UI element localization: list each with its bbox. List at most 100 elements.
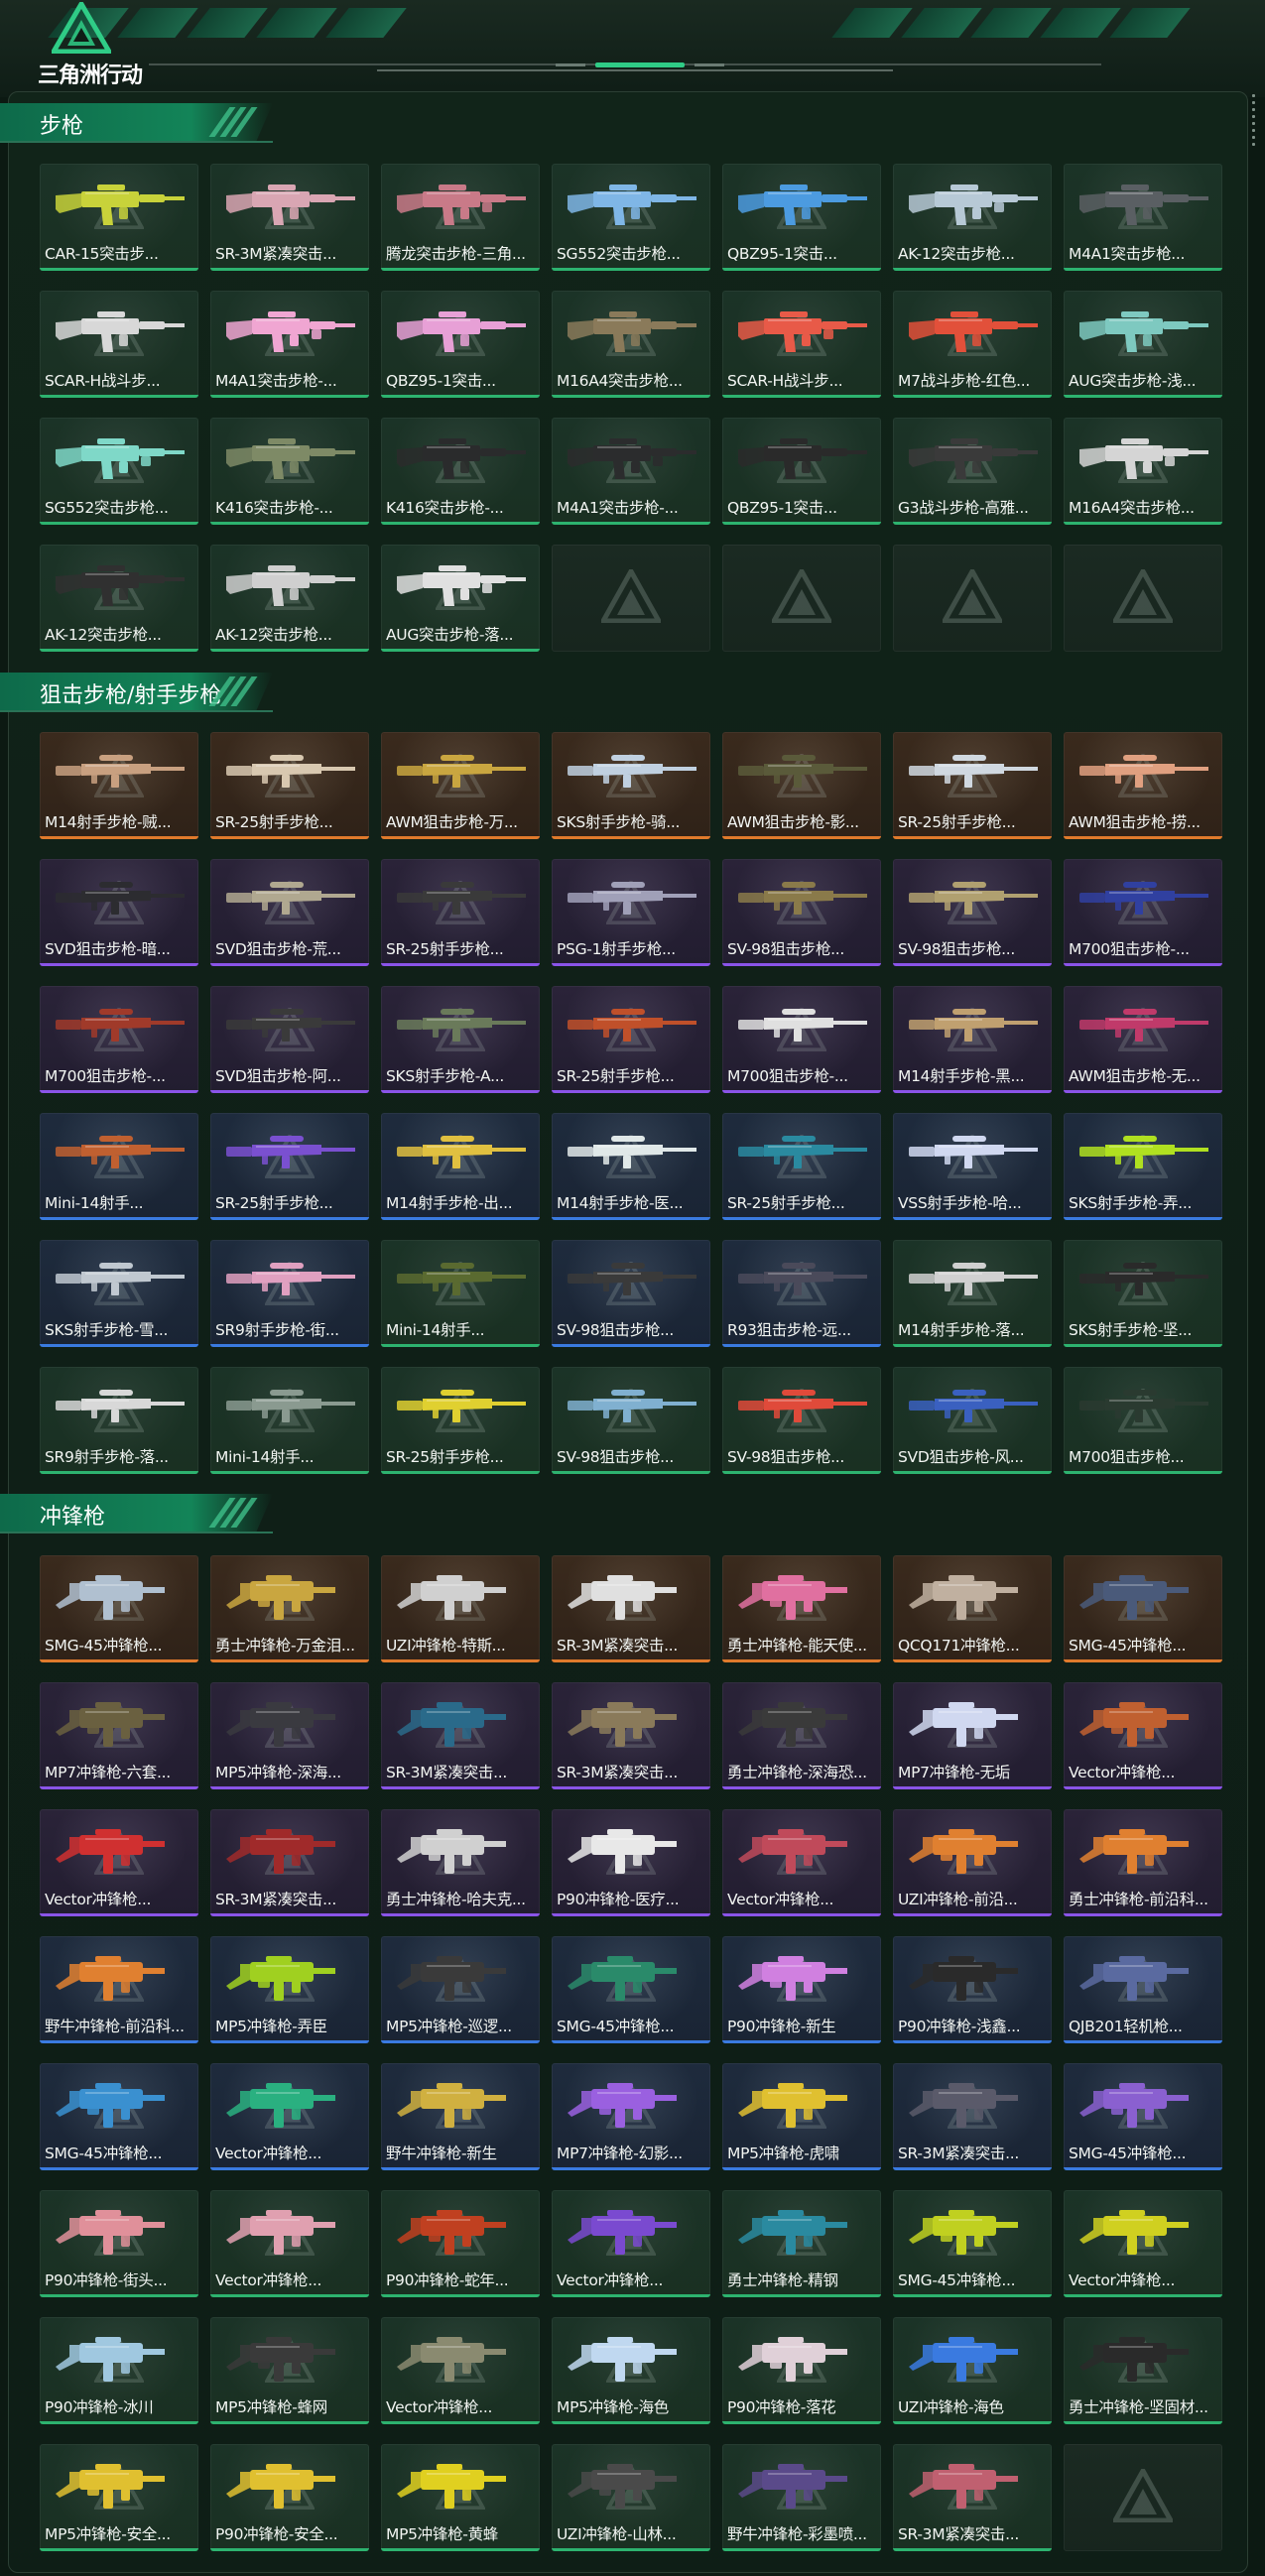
weapon-card[interactable]: Mini-14射手... bbox=[381, 1240, 540, 1347]
weapon-card[interactable]: R93狙击步枪-远... bbox=[722, 1240, 881, 1347]
weapon-card[interactable]: SV-98狙击步枪... bbox=[722, 1367, 881, 1474]
weapon-card[interactable]: Vector冲锋枪... bbox=[1064, 1682, 1222, 1789]
weapon-card[interactable]: SCAR-H战斗步... bbox=[722, 291, 881, 398]
weapon-card[interactable]: AUG突击步枪-浅... bbox=[1064, 291, 1222, 398]
weapon-card[interactable]: SR9射手步枪-街... bbox=[210, 1240, 369, 1347]
weapon-card[interactable]: Vector冲锋枪... bbox=[40, 1809, 198, 1916]
weapon-card[interactable]: P90冲锋枪-街头... bbox=[40, 2190, 198, 2297]
weapon-card[interactable]: K416突击步枪-... bbox=[210, 418, 369, 525]
weapon-card[interactable]: PSG-1射手步枪... bbox=[552, 859, 710, 966]
weapon-card[interactable]: 勇士冲锋枪-万金泪... bbox=[210, 1555, 369, 1662]
weapon-card[interactable]: M16A4突击步枪... bbox=[552, 291, 710, 398]
weapon-card[interactable]: P90冲锋枪-浅鑫... bbox=[893, 1936, 1052, 2043]
weapon-card[interactable]: MP5冲锋枪-弄臣 bbox=[210, 1936, 369, 2043]
weapon-card[interactable]: MP5冲锋枪-巡逻... bbox=[381, 1936, 540, 2043]
weapon-card[interactable]: 勇士冲锋枪-坚固材... bbox=[1064, 2317, 1222, 2424]
weapon-card[interactable]: G3战斗步枪-高雅... bbox=[893, 418, 1052, 525]
weapon-card[interactable]: P90冲锋枪-落花 bbox=[722, 2317, 881, 2424]
weapon-card[interactable]: M14射手步枪-贼... bbox=[40, 732, 198, 839]
weapon-card[interactable]: MP5冲锋枪-安全... bbox=[40, 2444, 198, 2551]
weapon-card[interactable]: SVD狙击步枪-暗... bbox=[40, 859, 198, 966]
weapon-card[interactable]: UZI冲锋枪-特斯... bbox=[381, 1555, 540, 1662]
weapon-card[interactable]: P90冲锋枪-新生 bbox=[722, 1936, 881, 2043]
weapon-card[interactable]: MP7冲锋枪-无垢 bbox=[893, 1682, 1052, 1789]
weapon-card[interactable]: SR-25射手步枪... bbox=[552, 986, 710, 1093]
weapon-card[interactable]: P90冲锋枪-医疗... bbox=[552, 1809, 710, 1916]
weapon-card[interactable]: AK-12突击步枪... bbox=[40, 545, 198, 652]
weapon-card[interactable]: MP5冲锋枪-深海... bbox=[210, 1682, 369, 1789]
scrollbar[interactable] bbox=[1252, 94, 1256, 150]
weapon-card[interactable]: Vector冲锋枪... bbox=[210, 2190, 369, 2297]
weapon-card[interactable]: SKS射手步枪-骑... bbox=[552, 732, 710, 839]
weapon-card[interactable]: SMG-45冲锋枪... bbox=[1064, 1555, 1222, 1662]
weapon-card[interactable]: Vector冲锋枪... bbox=[210, 2063, 369, 2170]
weapon-card[interactable]: SR-3M紧凑突击... bbox=[210, 1809, 369, 1916]
weapon-card[interactable]: Mini-14射手... bbox=[40, 1113, 198, 1220]
weapon-card[interactable]: M7战斗步枪-红色... bbox=[893, 291, 1052, 398]
weapon-card[interactable]: 野牛冲锋枪-彩墨喷... bbox=[722, 2444, 881, 2551]
weapon-card[interactable]: SR9射手步枪-落... bbox=[40, 1367, 198, 1474]
weapon-card[interactable]: SV-98狙击步枪... bbox=[893, 859, 1052, 966]
weapon-card[interactable]: 勇士冲锋枪-深海恐... bbox=[722, 1682, 881, 1789]
weapon-card[interactable]: SMG-45冲锋枪... bbox=[1064, 2063, 1222, 2170]
weapon-card[interactable]: SR-25射手步枪... bbox=[381, 859, 540, 966]
weapon-card[interactable]: SR-3M紧凑突击... bbox=[381, 1682, 540, 1789]
weapon-card[interactable]: AUG突击步枪-落... bbox=[381, 545, 540, 652]
weapon-card[interactable]: M14射手步枪-出... bbox=[381, 1113, 540, 1220]
weapon-card[interactable]: SR-3M紧凑突击... bbox=[552, 1555, 710, 1662]
weapon-card[interactable]: SMG-45冲锋枪... bbox=[40, 2063, 198, 2170]
weapon-card[interactable]: M4A1突击步枪... bbox=[1064, 164, 1222, 271]
weapon-card[interactable]: AWM狙击步枪-影... bbox=[722, 732, 881, 839]
weapon-card[interactable]: MP7冲锋枪-六套... bbox=[40, 1682, 198, 1789]
weapon-card[interactable]: M14射手步枪-医... bbox=[552, 1113, 710, 1220]
weapon-card[interactable]: SR-3M紧凑突击... bbox=[210, 164, 369, 271]
weapon-card[interactable]: UZI冲锋枪-海色 bbox=[893, 2317, 1052, 2424]
weapon-card[interactable]: SVD狙击步枪-阿... bbox=[210, 986, 369, 1093]
weapon-card[interactable]: AWM狙击步枪-捞... bbox=[1064, 732, 1222, 839]
weapon-card[interactable]: SV-98狙击步枪... bbox=[552, 1367, 710, 1474]
weapon-card[interactable]: M700狙击步枪... bbox=[1064, 1367, 1222, 1474]
weapon-card[interactable]: Vector冲锋枪... bbox=[381, 2317, 540, 2424]
weapon-card[interactable]: VSS射手步枪-哈... bbox=[893, 1113, 1052, 1220]
weapon-card[interactable]: MP7冲锋枪-幻影... bbox=[552, 2063, 710, 2170]
weapon-card[interactable]: UZI冲锋枪-前沿... bbox=[893, 1809, 1052, 1916]
weapon-card[interactable]: AWM狙击步枪-无... bbox=[1064, 986, 1222, 1093]
weapon-card[interactable]: M14射手步枪-黑... bbox=[893, 986, 1052, 1093]
weapon-card[interactable]: M16A4突击步枪... bbox=[1064, 418, 1222, 525]
weapon-card[interactable]: SKS射手步枪-弄... bbox=[1064, 1113, 1222, 1220]
weapon-card[interactable]: UZI冲锋枪-山林... bbox=[552, 2444, 710, 2551]
weapon-card[interactable]: SR-3M紧凑突击... bbox=[893, 2444, 1052, 2551]
weapon-card[interactable]: SR-3M紧凑突击... bbox=[552, 1682, 710, 1789]
weapon-card[interactable]: Vector冲锋枪... bbox=[1064, 2190, 1222, 2297]
weapon-card[interactable]: SR-25射手步枪... bbox=[722, 1113, 881, 1220]
weapon-card[interactable]: Mini-14射手... bbox=[210, 1367, 369, 1474]
weapon-card[interactable]: SG552突击步枪... bbox=[552, 164, 710, 271]
weapon-card[interactable]: SMG-45冲锋枪... bbox=[893, 2190, 1052, 2297]
weapon-card[interactable]: SMG-45冲锋枪... bbox=[40, 1555, 198, 1662]
weapon-card[interactable]: SCAR-H战斗步... bbox=[40, 291, 198, 398]
weapon-card[interactable]: SVD狙击步枪-风... bbox=[893, 1367, 1052, 1474]
weapon-card[interactable]: 腾龙突击步枪-三角... bbox=[381, 164, 540, 271]
weapon-card[interactable]: Vector冲锋枪... bbox=[722, 1809, 881, 1916]
weapon-card[interactable]: SVD狙击步枪-荒... bbox=[210, 859, 369, 966]
weapon-card[interactable]: P90冲锋枪-蛇年... bbox=[381, 2190, 540, 2297]
weapon-card[interactable]: QCQ171冲锋枪... bbox=[893, 1555, 1052, 1662]
weapon-card[interactable]: MP5冲锋枪-黄蜂 bbox=[381, 2444, 540, 2551]
weapon-card[interactable]: SR-25射手步枪... bbox=[893, 732, 1052, 839]
weapon-card[interactable]: 勇士冲锋枪-精钢 bbox=[722, 2190, 881, 2297]
weapon-card[interactable]: 勇士冲锋枪-能天使... bbox=[722, 1555, 881, 1662]
weapon-card[interactable]: 勇士冲锋枪-哈夫克... bbox=[381, 1809, 540, 1916]
weapon-card[interactable]: M14射手步枪-落... bbox=[893, 1240, 1052, 1347]
weapon-card[interactable]: P90冲锋枪-安全... bbox=[210, 2444, 369, 2551]
weapon-card[interactable]: Vector冲锋枪... bbox=[552, 2190, 710, 2297]
weapon-card[interactable]: SKS射手步枪-A... bbox=[381, 986, 540, 1093]
weapon-card[interactable]: 勇士冲锋枪-前沿科... bbox=[1064, 1809, 1222, 1916]
weapon-card[interactable]: K416突击步枪-... bbox=[381, 418, 540, 525]
weapon-card[interactable]: SKS射手步枪-雪... bbox=[40, 1240, 198, 1347]
weapon-card[interactable]: QJB201轻机枪... bbox=[1064, 1936, 1222, 2043]
weapon-card[interactable]: AWM狙击步枪-万... bbox=[381, 732, 540, 839]
weapon-card[interactable]: CAR-15突击步... bbox=[40, 164, 198, 271]
weapon-card[interactable]: M4A1突击步枪-... bbox=[552, 418, 710, 525]
weapon-card[interactable]: M700狙击步枪-... bbox=[40, 986, 198, 1093]
weapon-card[interactable]: SMG-45冲锋枪... bbox=[552, 1936, 710, 2043]
